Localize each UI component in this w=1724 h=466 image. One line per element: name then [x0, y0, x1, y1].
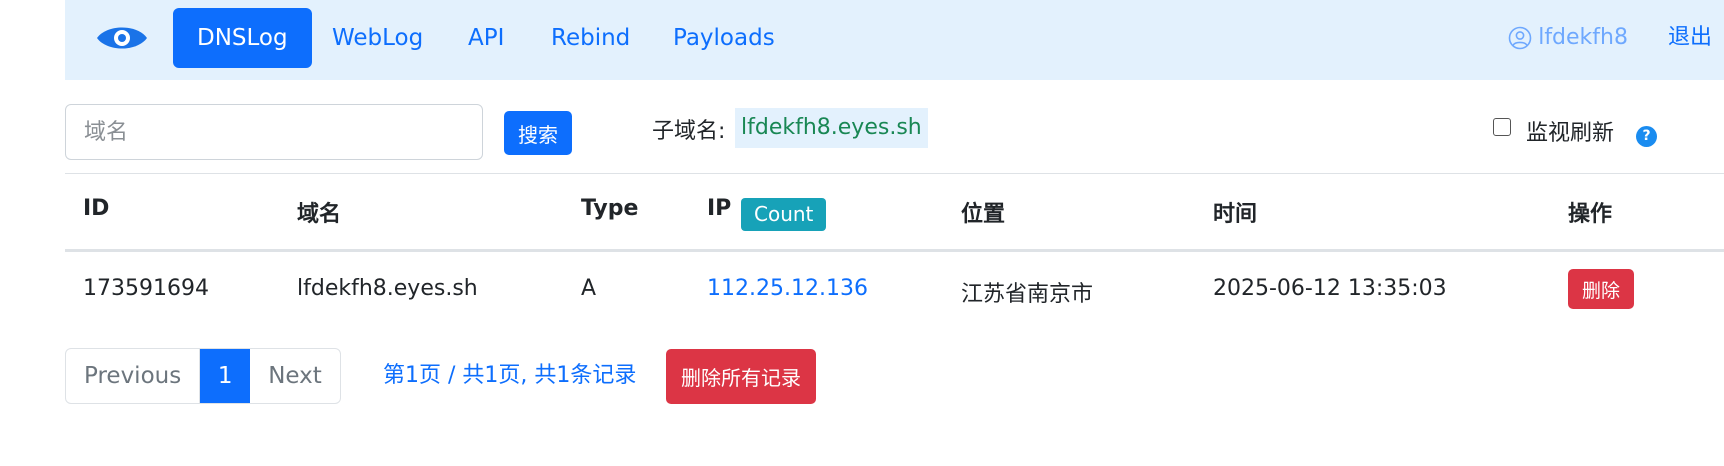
user-menu[interactable]: lfdekfh8	[1508, 8, 1628, 68]
subdomain-value: lfdekfh8.eyes.sh	[735, 108, 928, 148]
nav-rebind[interactable]: Rebind	[527, 8, 654, 68]
nav-payloads[interactable]: Payloads	[649, 8, 799, 68]
pagination-info: 第1页 / 共1页, 共1条记录	[383, 363, 637, 388]
cell-ip-link[interactable]: 112.25.12.136	[707, 276, 868, 301]
row-delete-button[interactable]: 删除	[1568, 269, 1634, 309]
header-time: 时间	[1213, 202, 1258, 227]
header-ip: IP	[707, 196, 732, 221]
cell-location: 江苏省南京市	[961, 282, 1094, 307]
cell-id: 173591694	[83, 276, 209, 301]
user-circle-icon	[1508, 26, 1532, 50]
search-input[interactable]	[65, 104, 483, 160]
header-id: ID	[83, 196, 110, 221]
nav-weblog[interactable]: WebLog	[308, 8, 447, 68]
help-icon[interactable]: ?	[1636, 126, 1657, 147]
nav-dnslog[interactable]: DNSLog	[173, 8, 312, 68]
pagination-previous[interactable]: Previous	[66, 349, 199, 403]
count-badge[interactable]: Count	[741, 198, 827, 231]
cell-time: 2025-06-12 13:35:03	[1213, 276, 1447, 301]
page: DNSLog WebLog API Rebind Payloads lfdekf…	[0, 0, 1724, 466]
header-type: Type	[581, 196, 639, 221]
header-action: 操作	[1568, 202, 1613, 227]
search-button[interactable]: 搜索	[504, 111, 572, 155]
header-location: 位置	[961, 202, 1006, 227]
delete-all-button[interactable]: 删除所有记录	[666, 349, 816, 404]
logout-link[interactable]: 退出	[1668, 8, 1712, 68]
cell-type: A	[581, 276, 597, 301]
header-domain: 域名	[297, 202, 342, 227]
monitor-refresh-label: 监视刷新	[1526, 121, 1615, 146]
cell-domain: lfdekfh8.eyes.sh	[297, 276, 478, 301]
pagination-next[interactable]: Next	[250, 349, 340, 403]
eye-logo-icon[interactable]	[95, 20, 149, 56]
navbar: DNSLog WebLog API Rebind Payloads lfdekf…	[65, 0, 1724, 80]
nav-api[interactable]: API	[444, 8, 528, 68]
pagination: Previous 1 Next	[65, 348, 341, 404]
monitor-refresh-checkbox[interactable]	[1493, 118, 1511, 136]
subdomain-label: 子域名:	[652, 119, 726, 144]
table-top-border	[65, 173, 1724, 174]
username: lfdekfh8	[1538, 25, 1628, 50]
table-header-border	[65, 249, 1724, 252]
pagination-page-1[interactable]: 1	[199, 349, 251, 403]
